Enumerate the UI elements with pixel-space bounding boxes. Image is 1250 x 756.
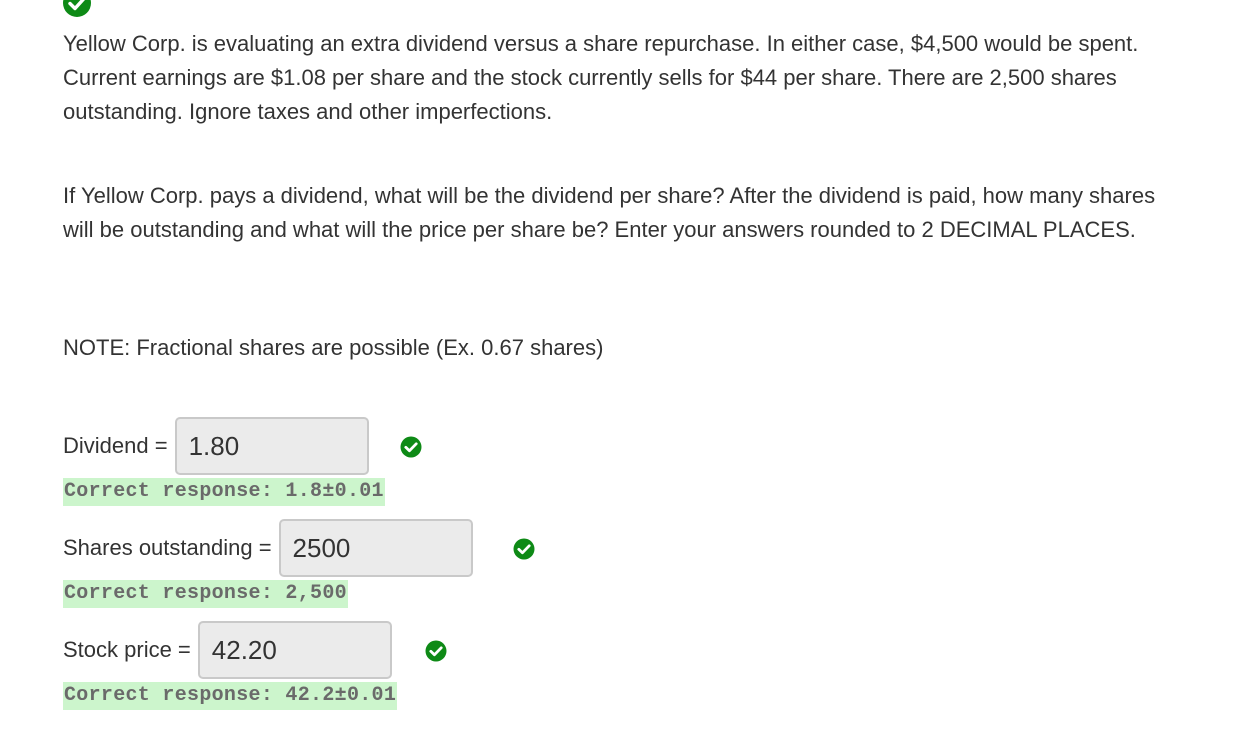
dividend-correct-response: Correct response: 1.8±0.01 bbox=[63, 478, 385, 506]
question-correct-check-icon bbox=[63, 0, 91, 17]
check-circle-icon bbox=[400, 436, 422, 458]
shares-outstanding-label: Shares outstanding = bbox=[63, 535, 272, 560]
question-intro: Yellow Corp. is evaluating an extra divi… bbox=[63, 31, 1139, 124]
shares-outstanding-correct-response: Correct response: 2,500 bbox=[63, 580, 348, 608]
shares-outstanding-answer-row: Shares outstanding = bbox=[63, 519, 473, 577]
check-circle-icon bbox=[513, 538, 535, 560]
stock-price-correct-response: Correct response: 42.2±0.01 bbox=[63, 682, 398, 710]
check-circle-icon bbox=[425, 640, 447, 662]
question-note: NOTE: Fractional shares are possible (Ex… bbox=[63, 335, 604, 360]
stock-price-input[interactable] bbox=[197, 621, 392, 679]
stock-price-answer-row: Stock price = bbox=[63, 621, 392, 679]
stock-price-label: Stock price = bbox=[63, 637, 191, 662]
dividend-answer-row: Dividend = bbox=[63, 417, 369, 475]
shares-outstanding-input[interactable] bbox=[278, 519, 473, 577]
question-prompt: If Yellow Corp. pays a dividend, what wi… bbox=[63, 183, 1156, 242]
dividend-label: Dividend = bbox=[63, 433, 168, 458]
dividend-input[interactable] bbox=[174, 417, 369, 475]
